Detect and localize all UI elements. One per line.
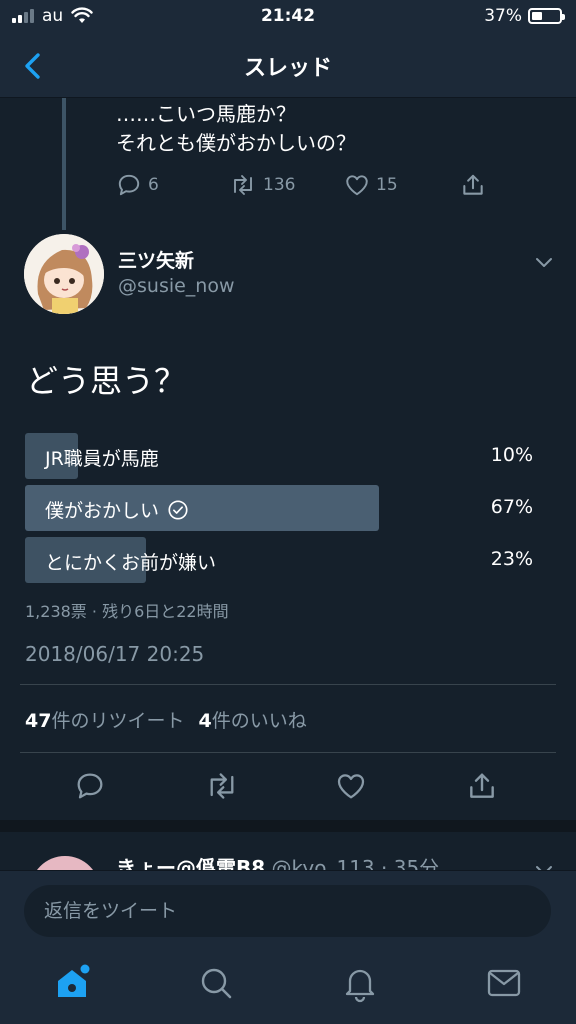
poll-option: とにかくお前が嫌い 23% xyxy=(25,537,545,583)
poll: JR職員が馬鹿 10% 僕がおかしい 67% とにかくお前が嫌い 23% xyxy=(25,433,545,589)
previous-like-count: 15 xyxy=(376,175,398,195)
divider xyxy=(20,684,556,685)
retweet-icon xyxy=(234,175,252,195)
chevron-down-icon[interactable] xyxy=(532,250,556,274)
tweet-text: どう思う？ xyxy=(26,362,187,400)
previous-like-button[interactable]: 15 xyxy=(344,172,398,198)
poll-option-text: JR職員が馬鹿 xyxy=(45,448,159,470)
poll-option-label: JR職員が馬鹿 xyxy=(45,444,159,471)
previous-reply-count: 6 xyxy=(148,175,159,195)
poll-option-text: 僕がおかしい xyxy=(45,500,160,522)
previous-retweet-count: 136 xyxy=(263,175,296,195)
tweet-actions xyxy=(0,768,576,808)
author-avatar[interactable] xyxy=(24,234,104,314)
battery-fill xyxy=(532,12,542,20)
page-title: スレッド xyxy=(243,56,332,81)
reply-input[interactable] xyxy=(24,885,551,937)
home-tab[interactable] xyxy=(52,963,92,1003)
check-circle-icon xyxy=(168,499,188,520)
previous-retweet-button[interactable]: 136 xyxy=(229,172,295,198)
retweet-button[interactable] xyxy=(204,768,240,804)
poll-option-label: とにかくお前が嫌い xyxy=(45,548,216,575)
like-stat[interactable]: 4件のいいね xyxy=(198,706,306,733)
messages-tab[interactable] xyxy=(484,963,524,1003)
previous-reply-button[interactable]: 6 xyxy=(116,172,159,198)
poll-option-label: 僕がおかしい xyxy=(45,496,189,523)
heart-icon xyxy=(346,175,368,196)
tweet-stats: 47件のリツイート 4件のいいね xyxy=(25,706,307,733)
reply-icon xyxy=(118,174,140,196)
previous-tweet-line-1: ……こいつ馬鹿か？ xyxy=(116,102,296,126)
battery-icon xyxy=(528,8,565,24)
share-button[interactable] xyxy=(466,768,498,804)
previous-tweet-actions: 6 136 15 xyxy=(116,172,496,206)
poll-option-percent: 67% xyxy=(490,496,533,518)
battery-percent: 37% xyxy=(484,6,522,26)
poll-option: JR職員が馬鹿 10% xyxy=(25,433,545,479)
thread-connector-line xyxy=(62,98,66,230)
poll-option-text: とにかくお前が嫌い xyxy=(45,552,217,574)
poll-option-percent: 10% xyxy=(490,444,533,466)
share-icon xyxy=(463,174,483,195)
notifications-tab[interactable] xyxy=(340,963,380,1003)
retweet-stat-label: 件のリツイート xyxy=(51,710,185,732)
author-name[interactable]: 三ツ矢新 xyxy=(118,246,194,273)
like-stat-label: 件のいいね xyxy=(211,710,307,732)
tweet-timestamp: 2018/06/17 20:25 xyxy=(25,642,205,666)
retweet-stat[interactable]: 47件のリツイート xyxy=(25,706,184,733)
search-tab[interactable] xyxy=(196,963,236,1003)
navigation-bar: スレッド xyxy=(0,34,576,98)
previous-share-button[interactable] xyxy=(460,172,486,198)
previous-tweet-text: ……こいつ馬鹿か？ それとも僕がおかしいの？ xyxy=(116,100,356,158)
status-bar: au 21:42 37% xyxy=(0,0,576,34)
divider xyxy=(20,752,556,753)
poll-option: 僕がおかしい 67% xyxy=(25,485,545,531)
poll-meta: 1,238票 · 残り6日と22時間 xyxy=(25,602,229,621)
reply-button[interactable] xyxy=(74,768,106,804)
previous-tweet-line-2: それとも僕がおかしいの？ xyxy=(116,131,356,155)
section-separator xyxy=(0,820,576,832)
status-right: 37% xyxy=(484,6,565,26)
avatar-illustration xyxy=(24,234,104,314)
poll-option-percent: 23% xyxy=(490,548,533,570)
bottom-bar xyxy=(0,870,576,1024)
retweet-count: 47 xyxy=(25,710,52,732)
like-button[interactable] xyxy=(335,768,367,804)
like-count: 4 xyxy=(198,710,212,732)
author-handle[interactable]: @susie_now xyxy=(118,275,235,297)
